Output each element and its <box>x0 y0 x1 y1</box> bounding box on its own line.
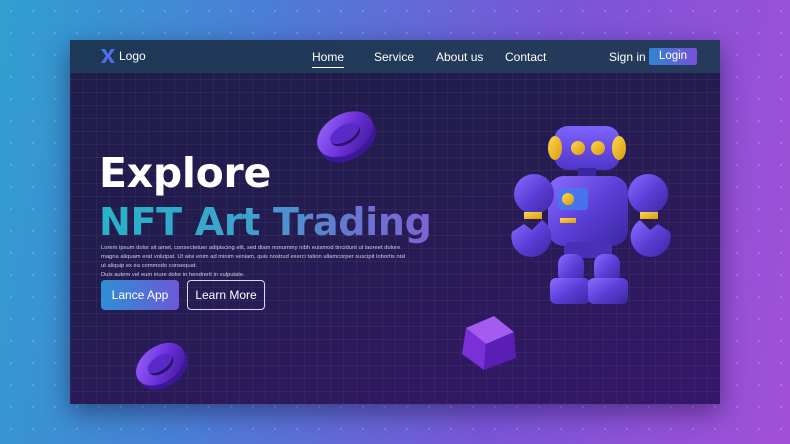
nav-link-service[interactable]: Service <box>374 50 414 64</box>
top-navbar: Logo Home Service About us Contact Sign … <box>70 40 720 73</box>
purple-ring-bottom <box>136 342 188 390</box>
landing-page-mockup: Logo Home Service About us Contact Sign … <box>70 40 720 404</box>
hero-title-line-2: NFT Art Trading <box>99 200 432 244</box>
hero-description-line: Lorem ipsum dolor sit amet, consectetuer… <box>101 245 401 251</box>
learn-more-button[interactable]: Learn More <box>187 280 265 310</box>
nav-link-about-us[interactable]: About us <box>436 50 483 64</box>
logo[interactable]: Logo <box>100 48 146 64</box>
sign-in-link[interactable]: Sign in <box>609 50 646 64</box>
x-logo-icon <box>101 49 115 63</box>
logo-text: Logo <box>119 49 146 63</box>
hero-description: Lorem ipsum dolor sit amet, consectetuer… <box>101 244 406 280</box>
hero-description-line: Duis autem vel eum iriure dolor in hendr… <box>101 272 245 278</box>
nav-link-home[interactable]: Home <box>312 50 345 68</box>
lance-app-button[interactable]: Lance App <box>101 280 179 310</box>
robot-illustration <box>511 126 671 304</box>
hero-description-line: magna aliquam erat volutpat. Ut wisi eni… <box>101 254 406 269</box>
nav-link-contact[interactable]: Contact <box>505 50 546 64</box>
login-button[interactable]: Login <box>649 48 697 65</box>
hero-title-line-1: Explore <box>99 149 271 197</box>
purple-ring-top <box>317 111 376 163</box>
purple-cube <box>462 316 516 370</box>
